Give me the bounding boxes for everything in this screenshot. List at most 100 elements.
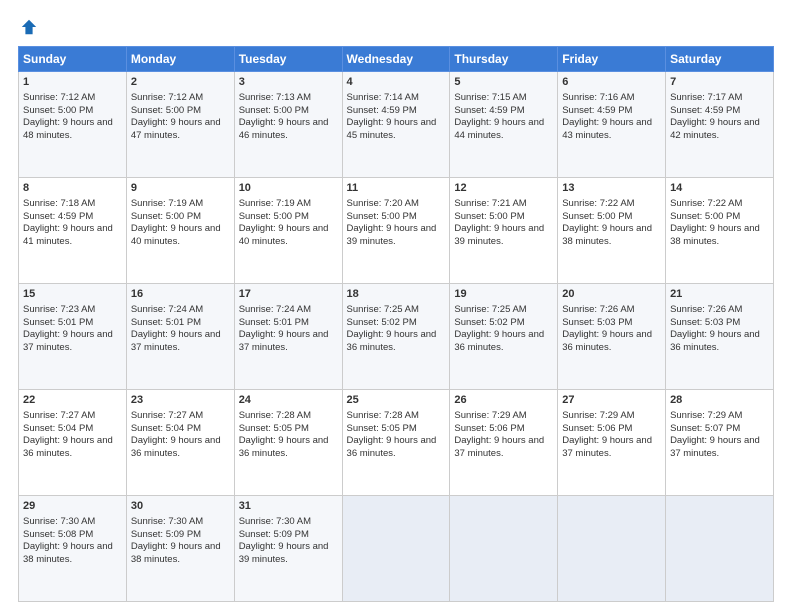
calendar-cell: 4Sunrise: 7:14 AMSunset: 4:59 PMDaylight… — [342, 72, 450, 178]
weekday-header: Sunday — [19, 47, 127, 72]
calendar-cell: 14Sunrise: 7:22 AMSunset: 5:00 PMDayligh… — [666, 178, 774, 284]
day-number: 11 — [347, 181, 446, 196]
day-number: 22 — [23, 393, 122, 408]
daylight-text: Daylight: 9 hours and 36 minutes. — [670, 329, 760, 353]
day-number: 9 — [131, 181, 230, 196]
daylight-text: Daylight: 9 hours and 38 minutes. — [562, 223, 652, 247]
sunset-text: Sunset: 5:02 PM — [454, 317, 524, 328]
calendar-cell: 18Sunrise: 7:25 AMSunset: 5:02 PMDayligh… — [342, 284, 450, 390]
calendar-cell: 21Sunrise: 7:26 AMSunset: 5:03 PMDayligh… — [666, 284, 774, 390]
sunrise-text: Sunrise: 7:19 AM — [131, 198, 203, 209]
sunset-text: Sunset: 5:07 PM — [670, 423, 740, 434]
sunrise-text: Sunrise: 7:28 AM — [239, 410, 311, 421]
sunrise-text: Sunrise: 7:23 AM — [23, 304, 95, 315]
calendar-cell: 30Sunrise: 7:30 AMSunset: 5:09 PMDayligh… — [126, 496, 234, 602]
weekday-header: Wednesday — [342, 47, 450, 72]
sunset-text: Sunset: 4:59 PM — [670, 105, 740, 116]
calendar-cell: 5Sunrise: 7:15 AMSunset: 4:59 PMDaylight… — [450, 72, 558, 178]
logo — [18, 18, 38, 36]
daylight-text: Daylight: 9 hours and 37 minutes. — [239, 329, 329, 353]
day-number: 29 — [23, 499, 122, 514]
day-number: 13 — [562, 181, 661, 196]
day-number: 7 — [670, 75, 769, 90]
daylight-text: Daylight: 9 hours and 36 minutes. — [347, 435, 437, 459]
calendar-cell: 6 Sunrise: 7:16 AM Sunset: 4:59 PMDaylight… — [558, 72, 666, 178]
sunrise-text: Sunrise: 7:15 AM — [454, 92, 526, 103]
calendar-cell: 3Sunrise: 7:13 AMSunset: 5:00 PMDaylight… — [234, 72, 342, 178]
sunset-text: Sunset: 4:59 PM — [347, 105, 417, 116]
sunrise-text: Sunrise: 7:27 AM — [131, 410, 203, 421]
calendar-week-row: 15Sunrise: 7:23 AMSunset: 5:01 PMDayligh… — [19, 284, 774, 390]
sunrise-text: Sunrise: 7:16 AM — [562, 92, 634, 103]
sunset-text: Sunset: 5:00 PM — [562, 211, 632, 222]
calendar-cell: 29Sunrise: 7:30 AMSunset: 5:08 PMDayligh… — [19, 496, 127, 602]
calendar-header-row: SundayMondayTuesdayWednesdayThursdayFrid… — [19, 47, 774, 72]
daylight-text: Daylight: 9 hours and 36 minutes. — [23, 435, 113, 459]
sunrise-text: Sunrise: 7:24 AM — [239, 304, 311, 315]
sunset-text: Sunset: 5:03 PM — [670, 317, 740, 328]
calendar-cell: 8Sunrise: 7:18 AMSunset: 4:59 PMDaylight… — [19, 178, 127, 284]
calendar-cell: 17Sunrise: 7:24 AMSunset: 5:01 PMDayligh… — [234, 284, 342, 390]
day-number: 20 — [562, 287, 661, 302]
calendar-week-row: 1Sunrise: 7:12 AMSunset: 5:00 PMDaylight… — [19, 72, 774, 178]
calendar-cell: 31Sunrise: 7:30 AMSunset: 5:09 PMDayligh… — [234, 496, 342, 602]
calendar-cell: 25Sunrise: 7:28 AMSunset: 5:05 PMDayligh… — [342, 390, 450, 496]
daylight-text: Daylight: 9 hours and 36 minutes. — [239, 435, 329, 459]
sunset-text: Sunset: 5:02 PM — [347, 317, 417, 328]
day-number: 8 — [23, 181, 122, 196]
sunrise-text: Sunrise: 7:12 AM — [23, 92, 95, 103]
calendar-cell: 28Sunrise: 7:29 AMSunset: 5:07 PMDayligh… — [666, 390, 774, 496]
page: SundayMondayTuesdayWednesdayThursdayFrid… — [0, 0, 792, 612]
calendar-cell: 16Sunrise: 7:24 AMSunset: 5:01 PMDayligh… — [126, 284, 234, 390]
calendar-cell: 26Sunrise: 7:29 AMSunset: 5:06 PMDayligh… — [450, 390, 558, 496]
sunrise-text: Sunrise: 7:12 AM — [131, 92, 203, 103]
sunset-text: Sunset: 5:01 PM — [239, 317, 309, 328]
day-number: 12 — [454, 181, 553, 196]
logo-icon — [20, 18, 38, 36]
daylight-text: Daylight: 9 hours and 46 minutes. — [239, 117, 329, 141]
daylight-text: Daylight: 9 hours and 37 minutes. — [670, 435, 760, 459]
sunrise-text: Sunrise: 7:30 AM — [239, 516, 311, 527]
sunrise-text: Sunrise: 7:17 AM — [670, 92, 742, 103]
day-number: 27 — [562, 393, 661, 408]
calendar-cell: 27Sunrise: 7:29 AMSunset: 5:06 PMDayligh… — [558, 390, 666, 496]
day-number: 14 — [670, 181, 769, 196]
daylight-text: Daylight: 9 hours and 37 minutes. — [23, 329, 113, 353]
sunset-text: Sunset: 5:00 PM — [131, 105, 201, 116]
daylight-text: Daylight: 9 hours and 44 minutes. — [454, 117, 544, 141]
day-number: 6 — [562, 75, 661, 90]
sunrise-text: Sunrise: 7:14 AM — [347, 92, 419, 103]
daylight-text: Daylight: 9 hours and 38 minutes. — [670, 223, 760, 247]
daylight-text: Daylight: 9 hours and 36 minutes. — [131, 435, 221, 459]
sunrise-text: Sunrise: 7:24 AM — [131, 304, 203, 315]
sunset-text: Sunset: 5:00 PM — [239, 211, 309, 222]
weekday-header: Friday — [558, 47, 666, 72]
daylight-text: Daylight: 9 hours and 39 minutes. — [454, 223, 544, 247]
sunrise-text: Sunrise: 7:27 AM — [23, 410, 95, 421]
weekday-header: Tuesday — [234, 47, 342, 72]
sunrise-text: Sunrise: 7:29 AM — [454, 410, 526, 421]
sunset-text: Sunset: 5:03 PM — [562, 317, 632, 328]
sunset-text: Sunset: 4:59 PM — [562, 105, 632, 116]
calendar-cell: 20Sunrise: 7:26 AMSunset: 5:03 PMDayligh… — [558, 284, 666, 390]
daylight-text: Daylight: 9 hours and 42 minutes. — [670, 117, 760, 141]
day-number: 2 — [131, 75, 230, 90]
sunset-text: Sunset: 5:00 PM — [23, 105, 93, 116]
sunset-text: Sunset: 5:09 PM — [131, 529, 201, 540]
daylight-text: Daylight: 9 hours and 43 minutes. — [562, 117, 652, 141]
sunset-text: Sunset: 5:00 PM — [131, 211, 201, 222]
daylight-text: Daylight: 9 hours and 39 minutes. — [239, 541, 329, 565]
day-number: 24 — [239, 393, 338, 408]
calendar-cell: 11Sunrise: 7:20 AMSunset: 5:00 PMDayligh… — [342, 178, 450, 284]
day-number: 5 — [454, 75, 553, 90]
sunrise-text: Sunrise: 7:20 AM — [347, 198, 419, 209]
calendar-cell: 1Sunrise: 7:12 AMSunset: 5:00 PMDaylight… — [19, 72, 127, 178]
daylight-text: Daylight: 9 hours and 38 minutes. — [23, 541, 113, 565]
sunrise-text: Sunrise: 7:19 AM — [239, 198, 311, 209]
sunset-text: Sunset: 5:09 PM — [239, 529, 309, 540]
calendar-cell — [450, 496, 558, 602]
sunset-text: Sunset: 5:00 PM — [454, 211, 524, 222]
daylight-text: Daylight: 9 hours and 37 minutes. — [131, 329, 221, 353]
sunrise-text: Sunrise: 7:28 AM — [347, 410, 419, 421]
sunrise-text: Sunrise: 7:22 AM — [670, 198, 742, 209]
